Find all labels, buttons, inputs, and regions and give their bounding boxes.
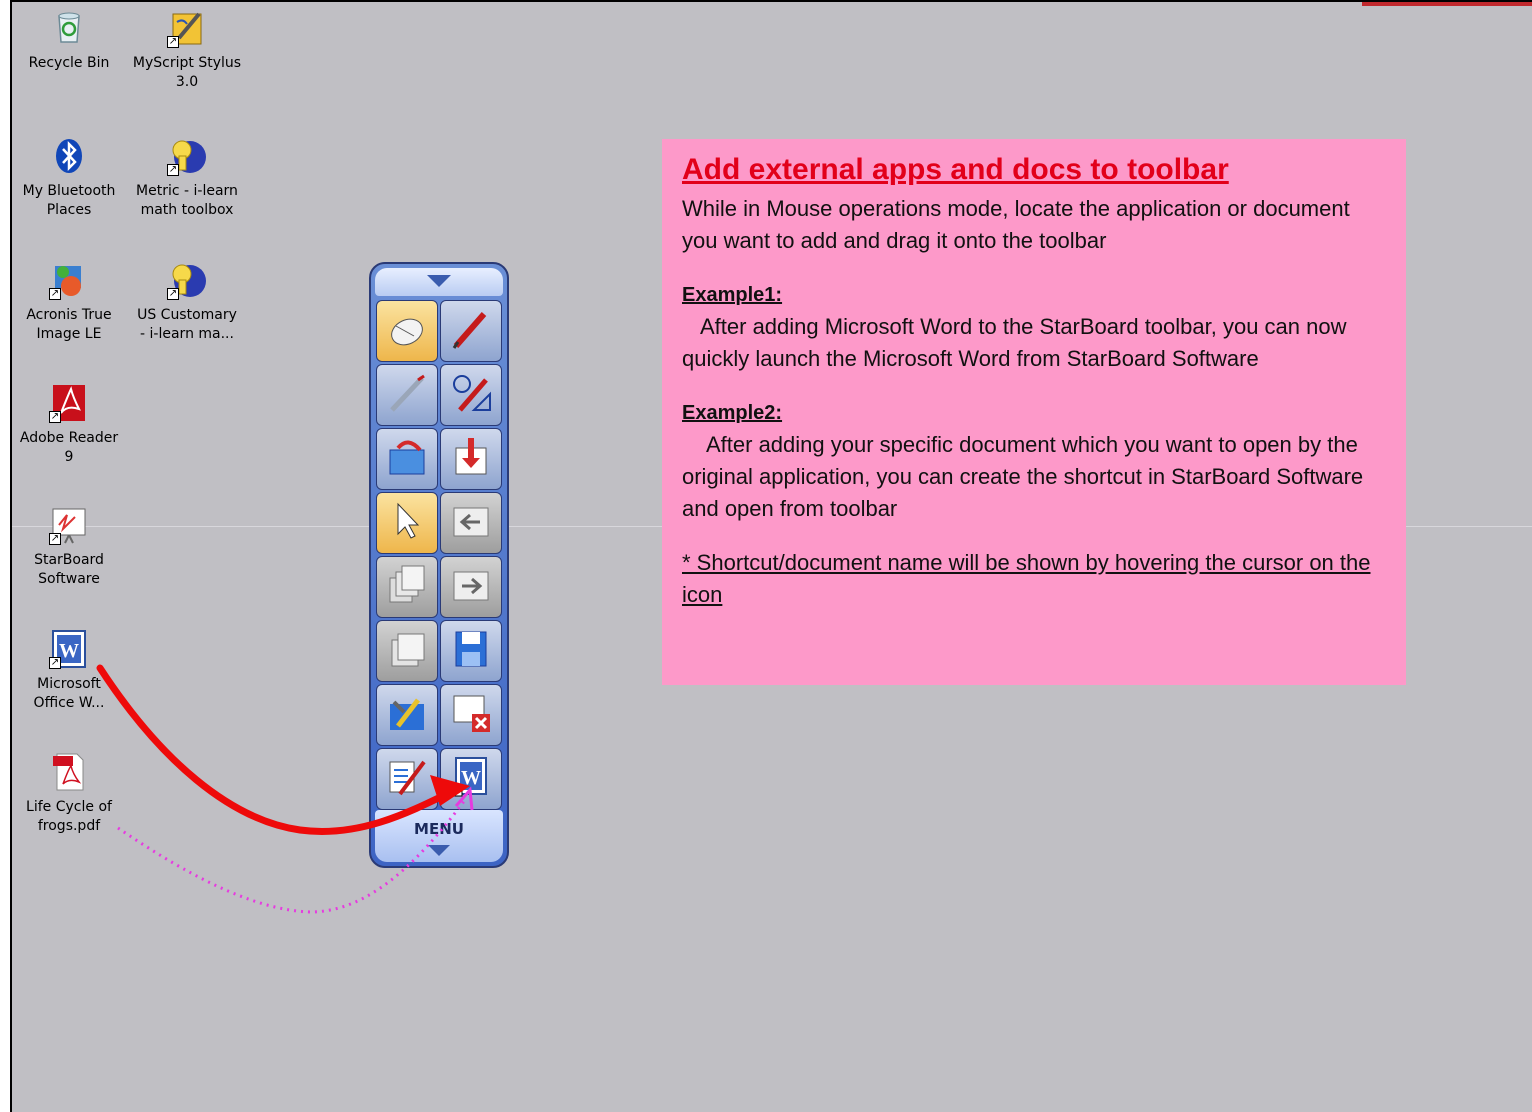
open-folder-icon — [384, 434, 430, 485]
close-board-button[interactable] — [440, 684, 502, 746]
forward-button[interactable] — [440, 556, 502, 618]
shortcut-arrow-icon: ↗ — [49, 533, 61, 545]
starboard-toolbar[interactable]: W MENU — [369, 262, 509, 868]
shortcut-arrow-icon: ↗ — [49, 411, 61, 423]
word-icon: W ↗ — [49, 629, 89, 669]
acronis-icon: ↗ — [49, 260, 89, 300]
mouse-mode-button[interactable] — [376, 300, 438, 362]
shape-pen-icon — [448, 370, 494, 421]
save-button[interactable] — [440, 620, 502, 682]
edit-settings-icon — [384, 754, 430, 805]
import-arrow-icon — [448, 434, 494, 485]
instruction-callout: Add external apps and docs to toolbar Wh… — [662, 139, 1406, 685]
forward-arrow-icon — [448, 562, 494, 613]
icon-label: MyScript Stylus 3.0 — [132, 55, 242, 90]
icon-label: Metric - i-learn math toolbox — [136, 183, 238, 218]
back-arrow-icon — [448, 498, 494, 549]
pdf-file-icon — [49, 752, 89, 792]
adobe-reader-desktop-icon[interactable]: ↗ Adobe Reader 9 — [10, 383, 128, 467]
shape-pen-button[interactable] — [440, 364, 502, 426]
icon-label: Life Cycle of frogs.pdf — [26, 799, 112, 834]
tools-icon — [384, 690, 430, 741]
example1-text: After adding Microsoft Word to the StarB… — [682, 314, 1347, 371]
icon-label: Microsoft Office W... — [33, 676, 105, 711]
shortcut-arrow-icon: ↗ — [49, 657, 61, 669]
callout-intro: While in Mouse operations mode, locate t… — [682, 196, 1350, 253]
toolbar-button-grid: W — [376, 300, 504, 810]
save-disk-icon — [448, 626, 494, 677]
shortcut-arrow-icon: ↗ — [167, 36, 179, 48]
word-icon: W — [448, 754, 494, 805]
example2-text: After adding your specific document whic… — [682, 432, 1364, 521]
myscript-stylus-desktop-icon[interactable]: ↗ MyScript Stylus 3.0 — [128, 8, 246, 92]
page-stack-button[interactable] — [376, 620, 438, 682]
shortcut-arrow-icon: ↗ — [167, 164, 179, 176]
acronis-desktop-icon[interactable]: ↗ Acronis True Image LE — [10, 260, 128, 344]
mouse-icon — [384, 306, 430, 357]
i-learn-icon: ↗ — [167, 260, 207, 300]
stylus-button[interactable] — [376, 364, 438, 426]
svg-text:W: W — [59, 640, 79, 662]
back-button[interactable] — [440, 492, 502, 554]
word-shortcut-button[interactable]: W — [440, 748, 502, 810]
edit-settings-button[interactable] — [376, 748, 438, 810]
starboard-software-desktop-icon[interactable]: ↗ StarBoard Software — [10, 505, 128, 589]
stylus-icon — [384, 370, 430, 421]
metric-ilearn-desktop-icon[interactable]: ↗ Metric - i-learn math toolbox — [128, 136, 246, 220]
icon-label: Acronis True Image LE — [26, 307, 112, 342]
cursor-arrow-icon — [384, 498, 430, 549]
bluetooth-icon — [49, 136, 89, 176]
close-board-icon — [448, 690, 494, 741]
top-accent-bar — [1362, 2, 1532, 6]
triangle-down-icon — [428, 845, 450, 856]
pen-icon — [448, 306, 494, 357]
pages-icon — [384, 562, 430, 613]
shortcut-arrow-icon: ↗ — [167, 288, 179, 300]
bluetooth-desktop-icon[interactable]: My Bluetooth Places — [10, 136, 128, 220]
microsoft-office-word-desktop-icon[interactable]: W ↗ Microsoft Office W... — [10, 629, 128, 713]
example2-heading: Example2: — [682, 402, 783, 424]
recycle-bin-icon — [49, 8, 89, 48]
icon-label: Adobe Reader 9 — [19, 430, 119, 465]
shortcut-arrow-icon: ↗ — [49, 288, 61, 300]
page-stack-icon — [384, 626, 430, 677]
triangle-down-icon — [427, 275, 451, 287]
tools-button[interactable] — [376, 684, 438, 746]
pen-button[interactable] — [440, 300, 502, 362]
svg-text:W: W — [461, 767, 481, 789]
icon-label: US Customary - i-learn ma... — [137, 307, 237, 342]
toolbar-collapse-button[interactable] — [375, 268, 503, 296]
example1-heading: Example1: — [682, 284, 783, 306]
icon-label: Recycle Bin — [28, 55, 110, 71]
us-customary-ilearn-desktop-icon[interactable]: ↗ US Customary - i-learn ma... — [128, 260, 246, 344]
menu-label: MENU — [414, 820, 464, 838]
icon-label: StarBoard Software — [34, 552, 104, 587]
starboard-icon: ↗ — [49, 505, 89, 545]
toolbar-menu-button[interactable]: MENU — [375, 810, 503, 862]
i-learn-icon: ↗ — [167, 136, 207, 176]
import-button[interactable] — [440, 428, 502, 490]
open-file-button[interactable] — [376, 428, 438, 490]
callout-title: Add external apps and docs to toolbar — [682, 153, 1229, 186]
life-cycle-pdf-desktop-icon[interactable]: Life Cycle of frogs.pdf — [10, 752, 128, 836]
icon-label: My Bluetooth Places — [22, 183, 116, 218]
recycle-bin-desktop-icon[interactable]: Recycle Bin — [10, 8, 128, 73]
myscript-stylus-icon: ↗ — [167, 8, 207, 48]
callout-footnote: * Shortcut/document name will be shown b… — [682, 550, 1371, 607]
select-button[interactable] — [376, 492, 438, 554]
adobe-reader-icon: ↗ — [49, 383, 89, 423]
pages-button[interactable] — [376, 556, 438, 618]
